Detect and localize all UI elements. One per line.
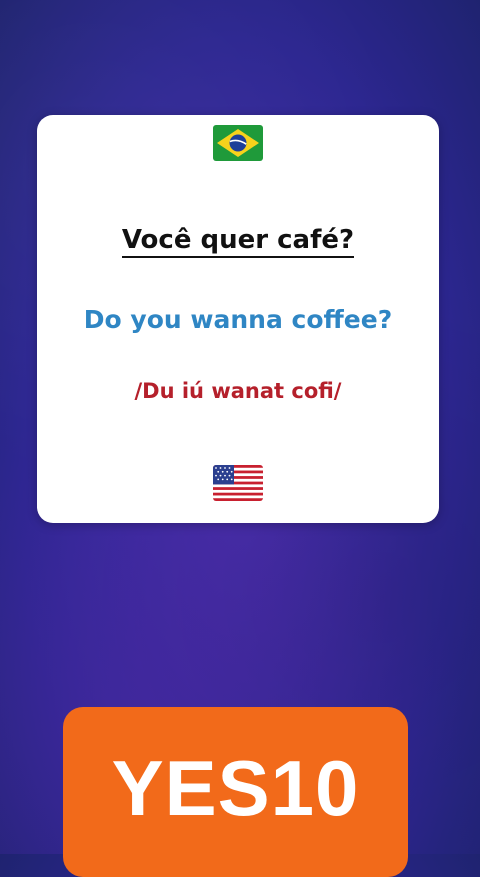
promo-code-label: YES10 xyxy=(111,744,360,832)
pronunciation-guide: /Du iú wanat cofi/ xyxy=(134,379,342,403)
phrase-card: Você quer café? Do you wanna coffee? /Du… xyxy=(37,115,439,523)
promo-code-button[interactable]: YES10 xyxy=(63,707,408,877)
usa-flag-icon xyxy=(213,465,263,501)
brazil-flag-icon xyxy=(213,125,263,161)
portuguese-question-text: Você quer café? xyxy=(121,225,355,258)
english-translation: Do you wanna coffee? xyxy=(83,305,393,334)
portuguese-question: Você quer café? xyxy=(37,225,439,258)
